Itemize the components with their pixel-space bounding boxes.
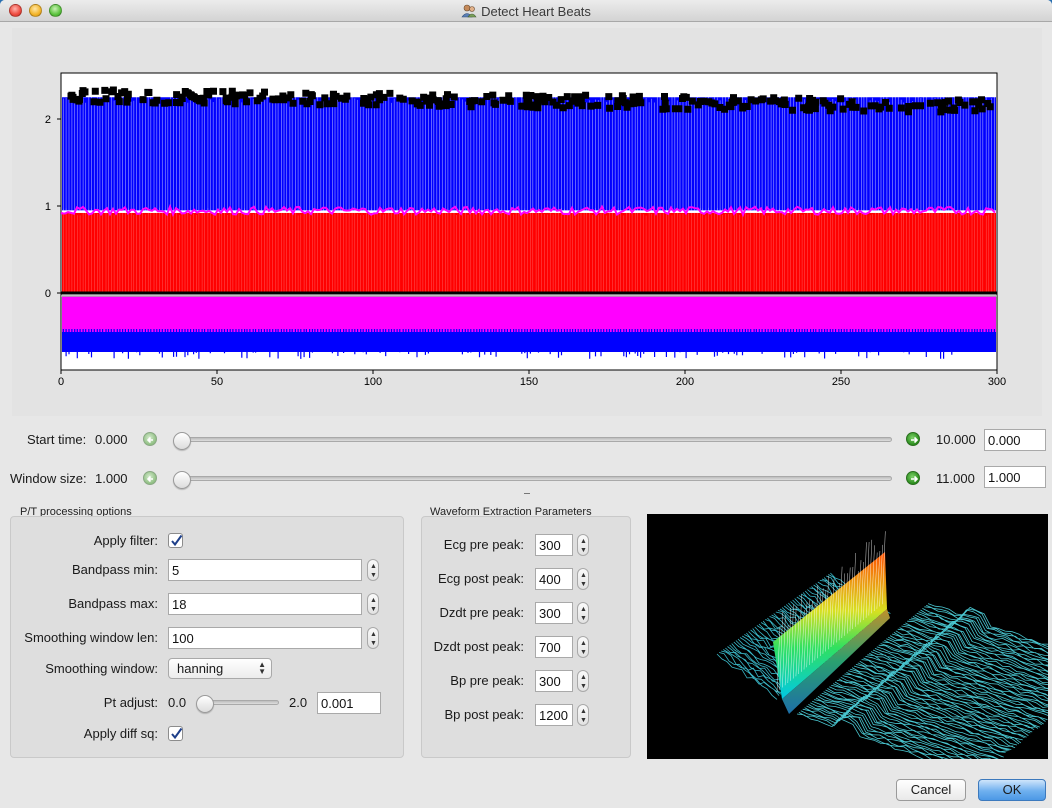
x-tick-label: 150 xyxy=(520,376,538,388)
smoothing-window-len-label: Smoothing window len: xyxy=(24,630,158,645)
dzdt-pre-peak-input[interactable] xyxy=(535,602,573,624)
pt-adjust-min: 0.0 xyxy=(168,695,187,710)
x-tick-label: 50 xyxy=(211,376,223,388)
arrow-left-icon xyxy=(146,436,153,444)
pt-adjust-max: 2.0 xyxy=(289,695,308,710)
bp-pre-peak-input[interactable] xyxy=(535,670,573,692)
y-tick-label: 0 xyxy=(45,288,51,300)
bandpass-min-stepper[interactable]: ▲ ▼ xyxy=(367,559,379,581)
window-size-label: Window size: xyxy=(10,471,87,486)
bp-post-peak-stepper[interactable]: ▲ ▼ xyxy=(577,704,589,726)
dzdt-pre-peak-stepper[interactable]: ▲ ▼ xyxy=(577,602,589,624)
window-size-increase-button[interactable] xyxy=(906,471,920,485)
window-size-row: Window size: 1.000 11.000 xyxy=(0,466,1052,490)
arrow-right-icon xyxy=(911,436,919,444)
surface-plot xyxy=(716,531,1052,776)
start-time-slider-track[interactable] xyxy=(178,437,892,442)
lower-signal-fill xyxy=(62,296,996,332)
ecg-post-peak-input[interactable] xyxy=(535,568,573,590)
checkmark-icon xyxy=(171,727,183,740)
splitter-handle[interactable] xyxy=(524,493,530,497)
checkmark-icon xyxy=(171,534,183,547)
heartbeat-signal-plot[interactable]: 2 1 0 0 50 100 150 200 250 300 xyxy=(12,28,1042,416)
window-size-min: 1.000 xyxy=(95,471,128,486)
window-size-input[interactable] xyxy=(984,466,1046,488)
waveform-3d-surface-view[interactable] xyxy=(647,514,1052,776)
smoothing-window-label: Smoothing window: xyxy=(45,661,158,676)
smoothing-window-value: hanning xyxy=(177,661,224,676)
cancel-button[interactable]: Cancel xyxy=(896,779,966,801)
smoothing-window-len-stepper[interactable]: ▲ ▼ xyxy=(367,627,379,649)
start-time-row: Start time: 0.000 10.000 xyxy=(0,427,1052,451)
x-tick-label: 300 xyxy=(988,376,1006,388)
bp-pre-peak-label: Bp pre peak: xyxy=(450,673,524,688)
bp-pre-peak-stepper[interactable]: ▲ ▼ xyxy=(577,670,589,692)
start-time-min: 0.000 xyxy=(95,432,128,447)
arrow-right-icon xyxy=(911,475,919,483)
bandpass-min-label: Bandpass min: xyxy=(72,562,158,577)
x-axis-ticks: 0 50 100 150 200 250 300 xyxy=(58,370,1006,388)
bp-post-peak-label: Bp post peak: xyxy=(444,707,525,722)
waveform-params-group: Ecg pre peak: ▲▼ Ecg post peak: ▲▼ Dzdt pre … xyxy=(421,516,631,758)
bp-post-peak-input[interactable] xyxy=(535,704,573,726)
start-time-slider-handle[interactable] xyxy=(173,432,191,450)
smoothing-window-len-input[interactable] xyxy=(168,627,362,649)
pt-adjust-input[interactable] xyxy=(317,692,381,714)
apply-filter-checkbox[interactable] xyxy=(168,533,183,548)
start-time-decrease-button[interactable] xyxy=(143,432,157,446)
window-size-slider-track[interactable] xyxy=(178,476,892,481)
users-icon xyxy=(461,4,477,18)
window-size-slider-handle[interactable] xyxy=(173,471,191,489)
apply-diff-sq-label: Apply diff sq: xyxy=(83,726,158,741)
detect-heart-beats-window: Detect Heart Beats 2 1 0 0 50 100 150 200 250 30… xyxy=(0,0,1052,808)
start-time-max: 10.000 xyxy=(936,432,976,447)
window-title-text: Detect Heart Beats xyxy=(481,4,591,19)
window-title: Detect Heart Beats xyxy=(0,4,1052,19)
bandpass-min-input[interactable] xyxy=(168,559,362,581)
dzdt-post-peak-input[interactable] xyxy=(535,636,573,658)
lower-signal-series xyxy=(62,296,996,359)
window-size-max: 11.000 xyxy=(936,471,975,486)
start-time-label: Start time: xyxy=(27,432,87,447)
bandpass-max-input[interactable] xyxy=(168,593,362,615)
bandpass-max-stepper[interactable]: ▲ ▼ xyxy=(367,593,379,615)
bandpass-max-label: Bandpass max: xyxy=(68,596,158,611)
dzdt-post-peak-stepper[interactable]: ▲ ▼ xyxy=(577,636,589,658)
ecg-post-peak-stepper[interactable]: ▲ ▼ xyxy=(577,568,589,590)
pt-adjust-slider-handle[interactable] xyxy=(196,695,214,713)
start-time-input[interactable] xyxy=(984,429,1046,451)
pt-adjust-label: Pt adjust: xyxy=(103,695,158,710)
x-tick-label: 100 xyxy=(364,376,382,388)
dzdt-pre-peak-label: Dzdt pre peak: xyxy=(439,605,524,620)
x-tick-label: 250 xyxy=(832,376,850,388)
pt-options-group: Apply filter: Bandpass min: ▲▼ Bandpass … xyxy=(10,516,404,758)
start-time-increase-button[interactable] xyxy=(906,432,920,446)
y-axis-ticks: 2 1 0 xyxy=(45,114,61,300)
middle-signal-series xyxy=(61,203,996,293)
ok-button[interactable]: OK xyxy=(978,779,1046,801)
ecg-pre-peak-label: Ecg pre peak: xyxy=(443,537,524,552)
select-arrows-icon: ▲ ▼ xyxy=(258,660,266,676)
heartbeat-plot-panel: 2 1 0 0 50 100 150 200 250 300 xyxy=(12,28,1042,416)
y-tick-label: 1 xyxy=(45,201,51,213)
window-size-decrease-button[interactable] xyxy=(143,471,157,485)
smoothing-window-select[interactable]: hanning ▲ ▼ xyxy=(168,658,272,679)
apply-diff-sq-checkbox[interactable] xyxy=(168,726,183,741)
y-tick-label: 2 xyxy=(45,114,51,126)
title-bar: Detect Heart Beats xyxy=(0,0,1052,22)
ecg-post-peak-label: Ecg post peak: xyxy=(438,571,524,586)
x-tick-label: 200 xyxy=(676,376,694,388)
x-tick-label: 0 xyxy=(58,376,64,388)
arrow-left-icon xyxy=(146,475,153,483)
ecg-pre-peak-input[interactable] xyxy=(535,534,573,556)
apply-filter-label: Apply filter: xyxy=(93,533,158,548)
dzdt-post-peak-label: Dzdt post peak: xyxy=(433,639,524,654)
ecg-pre-peak-stepper[interactable]: ▲ ▼ xyxy=(577,534,589,556)
